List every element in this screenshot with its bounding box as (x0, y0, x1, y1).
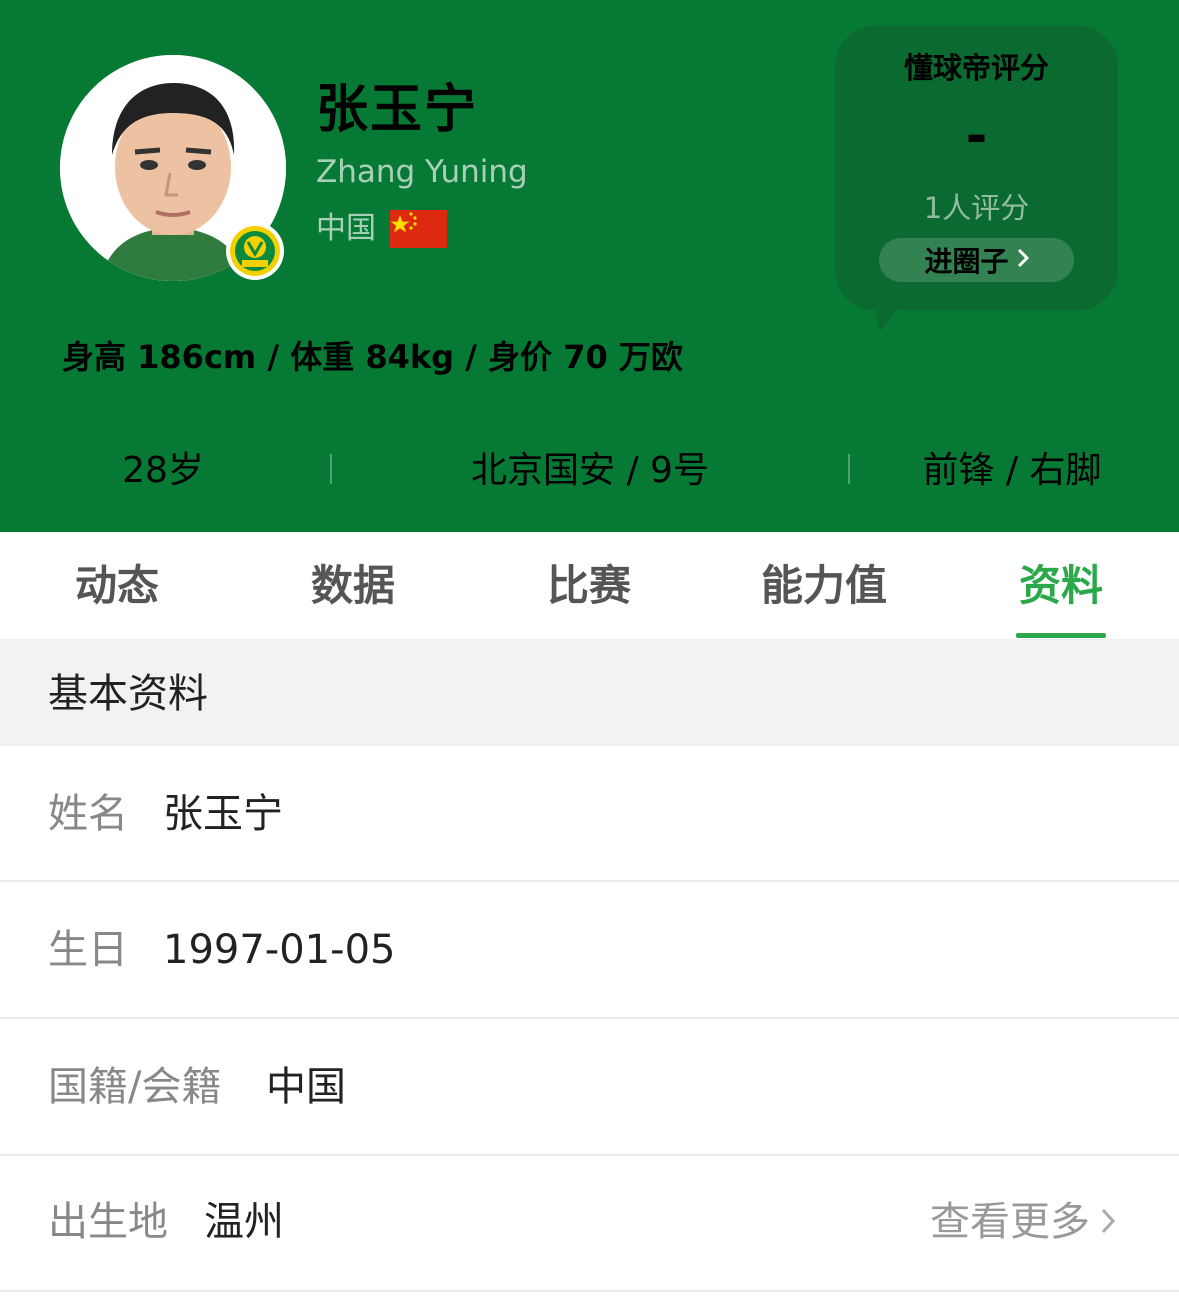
player-club-number: 北京国安 / 9号 (471, 450, 709, 491)
player-position-foot: 前锋 / 右脚 (922, 450, 1102, 491)
rating-title: 懂球帝评分 (903, 51, 1049, 85)
row-value: 温州 (204, 1199, 284, 1245)
row-divider (0, 1290, 1179, 1292)
tab-ability[interactable]: 能力值 (748, 560, 900, 612)
player-age: 28岁 (122, 450, 204, 491)
row-label: 姓名 (48, 791, 128, 837)
tab-matches[interactable]: 比赛 (532, 560, 646, 612)
chevron-right-icon (1100, 1198, 1116, 1246)
tab-news[interactable]: 动态 (60, 560, 174, 612)
see-more-label: 查看更多 (930, 1199, 1090, 1245)
row-value: 1997-01-05 (163, 927, 396, 973)
tab-data[interactable]: 数据 (296, 560, 410, 612)
row-label: 生日 (48, 927, 128, 973)
row-value: 张玉宁 (163, 791, 283, 837)
rating-card-tail (870, 290, 910, 332)
row-value: 中国 (266, 1064, 346, 1110)
tab-profile[interactable]: 资料 (1004, 560, 1118, 612)
see-more-link[interactable]: 查看更多 (930, 1198, 1116, 1246)
player-nationality: 中国 (316, 211, 376, 246)
join-circle-label: 进圈子 (924, 245, 1009, 278)
player-name-cn: 张玉宁 (316, 80, 479, 140)
section-title: 基本资料 (48, 671, 208, 717)
row-label: 国籍/会籍 (48, 1064, 222, 1110)
rating-value: - (965, 106, 988, 166)
chevron-right-icon (1017, 246, 1029, 274)
player-name-en: Zhang Yuning (316, 154, 528, 190)
player-stats-line: 身高 186cm / 体重 84kg / 身价 70 万欧 (62, 338, 683, 376)
china-flag-icon (390, 210, 447, 248)
meta-divider (330, 454, 332, 484)
club-badge-icon (226, 222, 284, 280)
active-tab-indicator (1016, 633, 1106, 638)
rating-count: 1人评分 (923, 191, 1030, 225)
row-label: 出生地 (48, 1199, 168, 1245)
join-circle-button[interactable]: 进圈子 (879, 238, 1074, 282)
meta-divider (848, 454, 850, 484)
